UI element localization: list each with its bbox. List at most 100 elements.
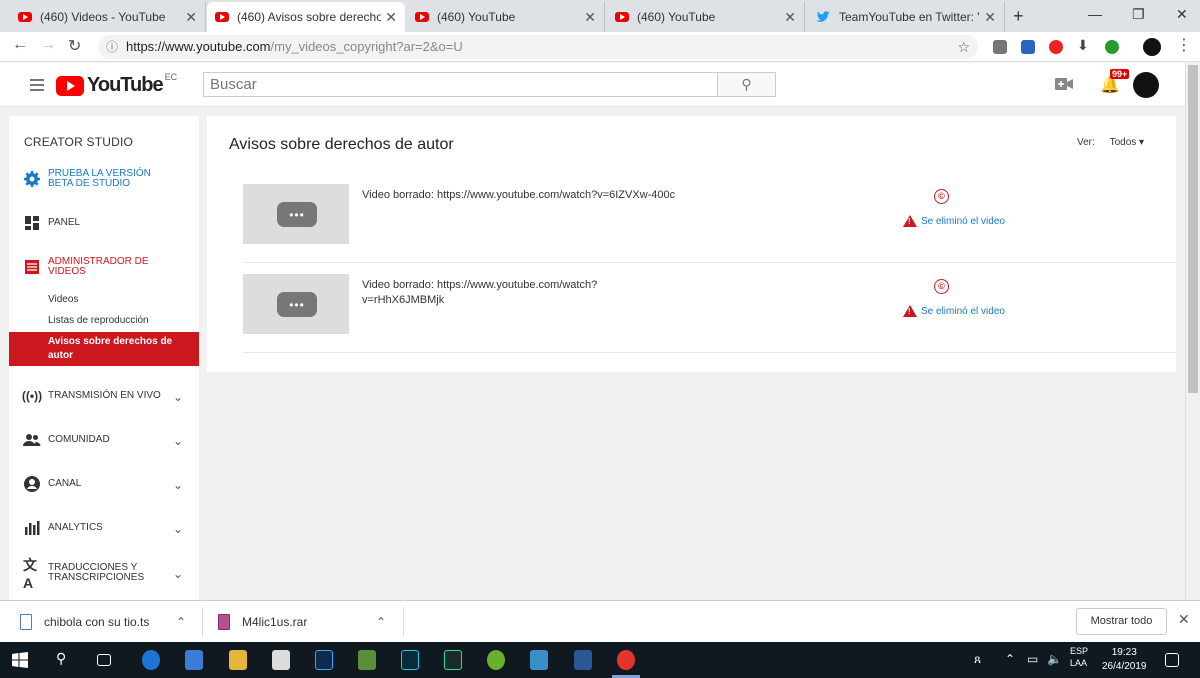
windows-start-icon[interactable] — [12, 652, 28, 668]
sidebar-item-panel[interactable]: PANEL — [9, 214, 199, 232]
chevron-up-icon[interactable]: ⌃ — [176, 615, 186, 629]
download-bar: chibola con su tio.ts ⌃ M4lic1us.rar ⌃ M… — [0, 600, 1200, 642]
input-language[interactable]: ESP LAA — [1070, 645, 1088, 669]
download-extension-icon[interactable] — [1021, 40, 1035, 54]
sidebar-subitem-copyright-notices[interactable]: Avisos sobre derechos de autor — [9, 332, 199, 366]
page-scrollbar[interactable] — [1185, 63, 1200, 600]
sidebar-item-analytics[interactable]: ANALYTICS ⌄ — [9, 519, 199, 537]
user-avatar[interactable] — [1133, 72, 1159, 98]
download-filename: M4lic1us.rar — [242, 615, 308, 629]
sidebar-item-community[interactable]: COMUNIDAD ⌄ — [9, 431, 199, 449]
tab-videos[interactable]: (460) Videos - YouTube ✕ — [10, 2, 206, 32]
search-input[interactable]: Buscar — [203, 72, 718, 97]
address-bar[interactable]: ⓘ https://www.youtube.com/my_videos_copy… — [98, 35, 978, 59]
camera-extension-icon[interactable] — [993, 40, 1007, 54]
app-icon[interactable] — [358, 650, 376, 670]
sidebar-item-label: ADMINISTRADOR DE VIDEOS — [48, 256, 149, 277]
show-all-button[interactable]: Mostrar todo — [1076, 608, 1167, 635]
bookmark-star-icon[interactable]: ☆ — [957, 35, 970, 59]
youtube-favicon-icon — [18, 12, 32, 22]
close-icon[interactable]: ✕ — [784, 9, 796, 26]
view-filter[interactable]: Ver: Todos ▾ — [1077, 137, 1144, 148]
compass-extension-icon[interactable] — [1049, 40, 1063, 54]
youtube-logo[interactable]: YouTube EC — [56, 72, 177, 97]
download-item[interactable]: M4lic1us.rar ⌃ — [218, 601, 398, 643]
green-download-extension-icon[interactable] — [1105, 40, 1119, 54]
search-icon[interactable]: ⚲ — [56, 650, 74, 670]
tab-youtube-2[interactable]: (460) YouTube ✕ — [607, 2, 805, 32]
minimize-icon[interactable]: — — [1088, 6, 1102, 22]
close-icon[interactable]: ✕ — [584, 9, 596, 26]
info-icon[interactable]: ⓘ — [106, 35, 118, 59]
arrow-down-extension-icon[interactable]: ⬇ — [1077, 37, 1091, 53]
youtube-play-icon — [56, 75, 84, 96]
utorrent-icon[interactable] — [487, 650, 505, 670]
broadcast-icon: ((•)) — [21, 389, 43, 403]
edge-browser-icon[interactable] — [142, 650, 160, 670]
audition-icon[interactable] — [444, 650, 462, 670]
filter-label: Ver: — [1077, 137, 1095, 148]
youtube-header: YouTube EC Buscar ⚲ 🔔 99+ — [0, 63, 1185, 107]
status-link[interactable]: Se eliminó el video — [903, 215, 1005, 227]
chevron-down-icon[interactable]: ⌄ — [173, 390, 183, 404]
hamburger-menu-icon[interactable] — [30, 79, 44, 91]
close-icon[interactable]: ✕ — [185, 9, 197, 26]
search-button[interactable]: ⚲ — [717, 72, 776, 97]
file-explorer-icon[interactable] — [229, 650, 247, 670]
volume-icon[interactable]: 🔈 — [1047, 652, 1065, 672]
chevron-down-icon[interactable]: ⌄ — [173, 522, 183, 536]
upload-video-icon[interactable] — [1055, 77, 1073, 91]
chevron-down-icon[interactable]: ⌄ — [173, 478, 183, 492]
file-icon — [20, 614, 32, 630]
sidebar-item-label: TRADUCCIONES Y TRANSCRIPCIONES — [48, 562, 145, 583]
close-icon[interactable]: ✕ — [1178, 611, 1190, 628]
page-title: Avisos sobre derechos de autor — [229, 136, 454, 153]
status-link[interactable]: Se eliminó el video — [903, 305, 1005, 317]
new-tab-button[interactable]: + — [1013, 6, 1024, 27]
bar-chart-icon — [25, 521, 40, 535]
chrome-icon[interactable] — [617, 650, 635, 670]
people-icon[interactable]: ጸ — [974, 652, 992, 672]
restore-icon[interactable]: ❐ — [1132, 6, 1145, 23]
close-icon[interactable]: ✕ — [385, 9, 397, 26]
word-icon[interactable] — [574, 650, 592, 670]
people-icon — [23, 434, 41, 446]
chevron-down-icon[interactable]: ⌄ — [173, 434, 183, 448]
sidebar-item-translations[interactable]: 文A TRADUCCIONES Y TRANSCRIPCIONES ⌄ — [9, 557, 199, 591]
tab-copyright-notices[interactable]: (460) Avisos sobre derechos d ✕ — [207, 2, 405, 32]
sidebar-subitem-videos[interactable]: Videos — [48, 294, 78, 305]
vegas-icon[interactable] — [401, 650, 419, 670]
forward-arrow-icon[interactable]: → — [40, 36, 56, 54]
tab-twitter[interactable]: TeamYouTube en Twitter: "Agr ✕ — [807, 2, 1005, 32]
network-icon[interactable]: ▭ — [1027, 652, 1045, 672]
sidebar-item-channel[interactable]: CANAL ⌄ — [9, 475, 199, 493]
chevron-up-icon[interactable]: ⌃ — [376, 615, 386, 629]
profile-avatar[interactable] — [1143, 38, 1161, 56]
close-icon[interactable]: ✕ — [984, 9, 996, 26]
sidebar-subitem-playlists[interactable]: Listas de reproducción — [48, 315, 149, 326]
task-view-icon[interactable] — [97, 654, 111, 666]
logo-text: YouTube — [87, 74, 164, 96]
store-icon[interactable] — [185, 650, 203, 670]
back-arrow-icon[interactable]: ← — [12, 36, 28, 54]
action-center-icon[interactable] — [1165, 653, 1179, 667]
copyright-icon: © — [934, 279, 949, 294]
photoshop-icon[interactable] — [315, 650, 333, 670]
system-clock[interactable]: 19:23 26/4/2019 — [1102, 646, 1147, 674]
copyright-notices-panel: Avisos sobre derechos de autor Ver: Todo… — [207, 116, 1176, 372]
more-menu-icon[interactable]: ⋮ — [1176, 35, 1192, 55]
reload-icon[interactable]: ↻ — [68, 36, 81, 56]
scrollbar-thumb[interactable] — [1188, 65, 1198, 393]
tab-youtube-1[interactable]: (460) YouTube ✕ — [407, 2, 605, 32]
chevron-down-icon[interactable]: ⌄ — [173, 567, 183, 581]
mail-icon[interactable] — [272, 650, 290, 670]
chevron-up-icon[interactable]: ⌃ — [1005, 652, 1023, 672]
window-close-icon[interactable]: ✕ — [1176, 6, 1188, 23]
sidebar-item-video-manager[interactable]: ADMINISTRADOR DE VIDEOS — [9, 256, 199, 278]
sidebar-item-beta[interactable]: PRUEBA LA VERSIÓN BETA DE STUDIO — [9, 168, 199, 190]
sidebar-item-label: TRANSMISIÓN EN VIVO — [48, 390, 161, 401]
sidebar-item-live[interactable]: ((•)) TRANSMISIÓN EN VIVO ⌄ — [9, 387, 199, 405]
download-item[interactable]: chibola con su tio.ts ⌃ — [20, 601, 200, 643]
media-player-icon[interactable] — [530, 650, 548, 670]
dashboard-icon — [25, 216, 39, 230]
